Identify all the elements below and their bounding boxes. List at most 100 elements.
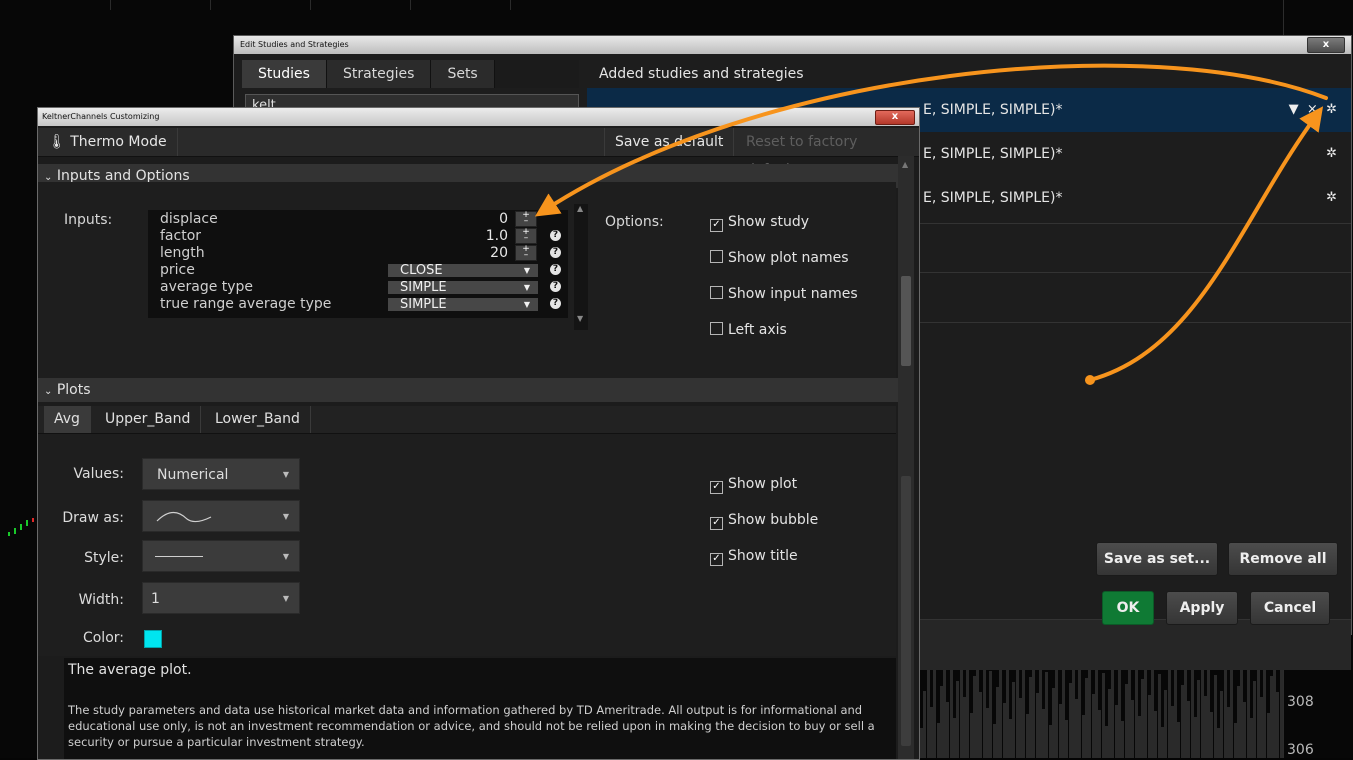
width-value: 1 [151, 591, 160, 607]
param-name: factor [160, 229, 201, 243]
added-studies-heading: Added studies and strategies [587, 60, 1353, 88]
keltner-customizing-window: KeltnerChannels Customizing x 🌡︎ Thermo … [37, 107, 920, 760]
window-title: Edit Studies and Strategies [234, 36, 1351, 54]
displace-input[interactable]: 0 [499, 212, 508, 226]
checkbox-box [710, 322, 723, 335]
param-name: true range average type [160, 297, 331, 311]
save-as-default-button[interactable]: Save as default [604, 128, 734, 156]
study-label: E, SIMPLE, SIMPLE)* [923, 132, 1062, 176]
show-study-checkbox[interactable]: ✓Show study [710, 214, 809, 232]
param-name: price [160, 263, 195, 277]
chevron-down-icon: ▼ [524, 298, 530, 311]
checkbox-box [710, 250, 723, 263]
left-axis-checkbox[interactable]: Left axis [710, 322, 787, 338]
grid-line [110, 0, 111, 10]
study-label: E, SIMPLE, SIMPLE)* [923, 88, 1062, 132]
window-title: KeltnerChannels Customizing x [38, 108, 919, 126]
values-label: Values: [38, 466, 124, 482]
remove-icon[interactable]: × [1307, 102, 1318, 117]
option-label: Show plot names [728, 250, 849, 266]
help-icon[interactable]: ? [550, 264, 561, 275]
show-plot-names-checkbox[interactable]: Show plot names [710, 250, 849, 266]
width-dropdown[interactable]: 1▼ [142, 582, 300, 614]
inputs-list: displace factor length price average typ… [148, 210, 568, 318]
inputs-scrollbar[interactable]: ▲ ▼ [574, 204, 588, 330]
help-icon[interactable]: ? [550, 247, 561, 258]
chevron-down-icon: ⌄ [44, 386, 52, 397]
param-name: average type [160, 280, 253, 294]
true-range-average-type-select[interactable]: SIMPLE▼ [388, 298, 538, 311]
chevron-up-icon[interactable]: ▲ [577, 204, 583, 213]
gear-icon[interactable]: ✲ [1326, 102, 1337, 117]
thermo-mode-button[interactable]: 🌡︎ Thermo Mode [38, 128, 178, 156]
show-bubble-checkbox[interactable]: ✓Show bubble [710, 512, 818, 530]
window-scrollbar[interactable]: ▲ [898, 156, 914, 759]
inputs-panel: Inputs: displace factor length price ave… [38, 182, 896, 378]
show-title-checkbox[interactable]: ✓Show title [710, 548, 798, 566]
plots-section-header[interactable]: ⌄ Plots [38, 378, 902, 402]
displace-stepper[interactable]: +– [515, 211, 537, 227]
chevron-down-icon: ▼ [524, 281, 530, 294]
help-icon[interactable]: ? [550, 298, 561, 309]
tab-upper-band[interactable]: Upper_Band [95, 406, 201, 433]
reset-factory-default-button[interactable]: Reset to factory default [736, 128, 919, 156]
scroll-track-fill [901, 476, 911, 746]
apply-button[interactable]: Apply [1166, 591, 1238, 625]
option-label: Show input names [728, 286, 858, 302]
draw-as-dropdown[interactable]: ▼ [142, 500, 300, 532]
checkmark-icon: ✓ [710, 517, 723, 530]
chevron-up-icon[interactable]: ▲ [902, 160, 908, 169]
solid-line-icon [155, 556, 203, 557]
description-title: The average plot. [68, 662, 192, 678]
option-label: Show title [728, 548, 798, 564]
factor-input[interactable]: 1.0 [486, 229, 508, 243]
close-button[interactable]: x [875, 110, 915, 125]
color-label: Color: [38, 630, 124, 646]
save-as-set-button[interactable]: Save as set... [1096, 542, 1218, 576]
color-swatch[interactable] [144, 630, 162, 648]
thermometer-icon: 🌡︎ [48, 134, 66, 150]
chevron-down-icon[interactable]: ▼ [577, 314, 583, 323]
gear-icon[interactable]: ✲ [1326, 132, 1337, 176]
gear-icon[interactable]: ✲ [1326, 176, 1337, 220]
price-select[interactable]: CLOSE▼ [388, 264, 538, 277]
close-button[interactable]: x [1307, 37, 1345, 53]
help-icon[interactable]: ? [550, 281, 561, 292]
remove-all-button[interactable]: Remove all [1228, 542, 1338, 576]
study-label: E, SIMPLE, SIMPLE)* [923, 176, 1062, 220]
chevron-down-icon[interactable]: ▼ [1289, 102, 1299, 117]
chevron-down-icon: ▼ [524, 264, 530, 277]
inputs-label: Inputs: [64, 212, 112, 228]
tab-studies[interactable]: Studies [242, 60, 327, 88]
help-icon[interactable]: ? [550, 230, 561, 241]
tab-sets[interactable]: Sets [431, 60, 494, 88]
show-input-names-checkbox[interactable]: Show input names [710, 286, 858, 302]
chevron-down-icon: ▼ [283, 541, 289, 573]
chevron-down-icon: ▼ [283, 501, 289, 533]
studies-tabs: Studies Strategies Sets [242, 60, 579, 88]
price-label: 306 [1287, 742, 1314, 758]
values-dropdown[interactable]: Numerical▼ [142, 458, 300, 490]
average-type-select[interactable]: SIMPLE ▼ [388, 281, 538, 294]
description-panel: The average plot. The study parameters a… [64, 658, 896, 759]
candles-fragment [8, 518, 38, 538]
length-input[interactable]: 20 [490, 246, 508, 260]
show-plot-checkbox[interactable]: ✓Show plot [710, 476, 797, 494]
tab-lower-band[interactable]: Lower_Band [205, 406, 311, 433]
average-type-value: SIMPLE [400, 280, 447, 295]
ok-button[interactable]: OK [1102, 591, 1154, 625]
style-dropdown[interactable]: ▼ [142, 540, 300, 572]
draw-as-label: Draw as: [38, 510, 124, 526]
chevron-down-icon: ▼ [283, 583, 289, 615]
description-body: The study parameters and data use histor… [68, 702, 888, 750]
scroll-thumb[interactable] [901, 276, 911, 366]
chevron-down-icon: ▼ [283, 459, 289, 491]
length-stepper[interactable]: +– [515, 245, 537, 261]
checkbox-box [710, 286, 723, 299]
thermo-mode-label: Thermo Mode [70, 134, 166, 150]
factor-stepper[interactable]: +– [515, 228, 537, 244]
line-wave-icon [155, 507, 215, 527]
cancel-button[interactable]: Cancel [1250, 591, 1330, 625]
tab-strategies[interactable]: Strategies [327, 60, 432, 88]
tab-avg[interactable]: Avg [44, 406, 91, 433]
